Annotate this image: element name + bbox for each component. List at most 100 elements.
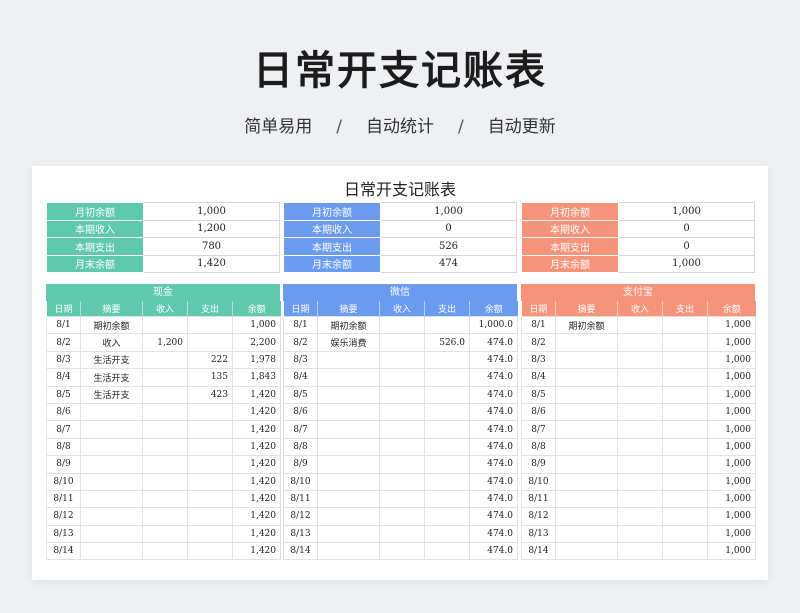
- date-cell[interactable]: 8/3: [46, 350, 81, 370]
- expense-cell[interactable]: [187, 333, 233, 352]
- balance-cell[interactable]: 1,000: [707, 350, 756, 370]
- balance-cell[interactable]: 1,000: [707, 385, 756, 404]
- expense-cell[interactable]: [662, 350, 708, 370]
- date-cell[interactable]: 8/12: [283, 507, 318, 526]
- income-cell[interactable]: [379, 437, 425, 457]
- expense-cell[interactable]: [662, 524, 708, 544]
- expense-cell[interactable]: 222: [187, 350, 233, 370]
- date-cell[interactable]: 8/6: [521, 402, 556, 422]
- summary-cell[interactable]: [555, 437, 618, 457]
- summary-cell[interactable]: [555, 489, 618, 509]
- balance-cell[interactable]: 1,420: [232, 489, 281, 509]
- balance-cell[interactable]: 1,420: [232, 524, 281, 544]
- summary-value[interactable]: 780: [143, 237, 280, 256]
- balance-cell[interactable]: 1,000: [707, 420, 756, 439]
- expense-cell[interactable]: [424, 368, 470, 387]
- summary-value[interactable]: 0: [380, 219, 517, 238]
- income-cell[interactable]: [379, 542, 425, 561]
- expense-cell[interactable]: [424, 315, 470, 335]
- income-cell[interactable]: [379, 333, 425, 352]
- summary-value[interactable]: 0: [618, 219, 755, 238]
- expense-cell[interactable]: 526.0: [424, 333, 470, 352]
- balance-cell[interactable]: 1,420: [232, 385, 281, 404]
- date-cell[interactable]: 8/5: [521, 385, 556, 404]
- summary-value[interactable]: 526: [380, 237, 517, 256]
- income-cell[interactable]: [379, 315, 425, 335]
- income-cell[interactable]: [142, 455, 188, 474]
- summary-cell[interactable]: [555, 350, 618, 370]
- balance-cell[interactable]: 1,000: [707, 507, 756, 526]
- balance-cell[interactable]: 2,200: [232, 333, 281, 352]
- summary-cell[interactable]: 娱乐消费: [317, 333, 380, 352]
- balance-cell[interactable]: 1,000: [707, 333, 756, 352]
- income-cell[interactable]: [617, 437, 663, 457]
- income-cell[interactable]: [142, 350, 188, 370]
- date-cell[interactable]: 8/12: [46, 507, 81, 526]
- balance-cell[interactable]: 474.0: [469, 507, 518, 526]
- income-cell[interactable]: [142, 315, 188, 335]
- expense-cell[interactable]: [662, 420, 708, 439]
- expense-cell[interactable]: [187, 542, 233, 561]
- balance-cell[interactable]: 1,843: [232, 368, 281, 387]
- date-cell[interactable]: 8/7: [521, 420, 556, 439]
- expense-cell[interactable]: [424, 455, 470, 474]
- date-cell[interactable]: 8/4: [521, 368, 556, 387]
- expense-cell[interactable]: [187, 455, 233, 474]
- date-cell[interactable]: 8/4: [46, 368, 81, 387]
- income-cell[interactable]: [379, 368, 425, 387]
- balance-cell[interactable]: 1,000: [707, 402, 756, 422]
- expense-cell[interactable]: [187, 315, 233, 335]
- expense-cell[interactable]: [187, 507, 233, 526]
- balance-cell[interactable]: 474.0: [469, 402, 518, 422]
- summary-value[interactable]: 1,000: [143, 202, 280, 221]
- date-cell[interactable]: 8/10: [46, 472, 81, 491]
- summary-cell[interactable]: [317, 350, 380, 370]
- summary-cell[interactable]: [80, 524, 143, 544]
- expense-cell[interactable]: [424, 524, 470, 544]
- summary-cell[interactable]: [80, 489, 143, 509]
- summary-cell[interactable]: [317, 542, 380, 561]
- income-cell[interactable]: [379, 420, 425, 439]
- expense-cell[interactable]: [424, 507, 470, 526]
- balance-cell[interactable]: 1,000: [707, 542, 756, 561]
- balance-cell[interactable]: 1,000: [707, 489, 756, 509]
- income-cell[interactable]: [142, 542, 188, 561]
- date-cell[interactable]: 8/9: [283, 455, 318, 474]
- expense-cell[interactable]: [424, 472, 470, 491]
- date-cell[interactable]: 8/10: [283, 472, 318, 491]
- expense-cell[interactable]: [662, 368, 708, 387]
- balance-cell[interactable]: 1,000: [707, 437, 756, 457]
- summary-cell[interactable]: [80, 542, 143, 561]
- summary-cell[interactable]: [555, 542, 618, 561]
- date-cell[interactable]: 8/10: [521, 472, 556, 491]
- date-cell[interactable]: 8/3: [521, 350, 556, 370]
- expense-cell[interactable]: [187, 437, 233, 457]
- income-cell[interactable]: [379, 507, 425, 526]
- balance-cell[interactable]: 474.0: [469, 333, 518, 352]
- balance-cell[interactable]: 1,000: [707, 472, 756, 491]
- expense-cell[interactable]: [424, 489, 470, 509]
- summary-cell[interactable]: [555, 472, 618, 491]
- date-cell[interactable]: 8/2: [283, 333, 318, 352]
- summary-value[interactable]: 1,200: [143, 219, 280, 238]
- income-cell[interactable]: [617, 350, 663, 370]
- date-cell[interactable]: 8/9: [46, 455, 81, 474]
- balance-cell[interactable]: 1,000: [707, 368, 756, 387]
- income-cell[interactable]: [379, 472, 425, 491]
- balance-cell[interactable]: 474.0: [469, 524, 518, 544]
- income-cell[interactable]: [379, 455, 425, 474]
- expense-cell[interactable]: [187, 420, 233, 439]
- expense-cell[interactable]: [662, 333, 708, 352]
- income-cell[interactable]: [617, 524, 663, 544]
- summary-cell[interactable]: [317, 489, 380, 509]
- expense-cell[interactable]: [187, 402, 233, 422]
- summary-cell[interactable]: [555, 333, 618, 352]
- income-cell[interactable]: [142, 472, 188, 491]
- summary-cell[interactable]: [80, 455, 143, 474]
- income-cell[interactable]: [617, 455, 663, 474]
- summary-cell[interactable]: 期初余额: [317, 315, 380, 335]
- income-cell[interactable]: [379, 489, 425, 509]
- summary-cell[interactable]: [317, 455, 380, 474]
- date-cell[interactable]: 8/14: [283, 542, 318, 561]
- income-cell[interactable]: [142, 402, 188, 422]
